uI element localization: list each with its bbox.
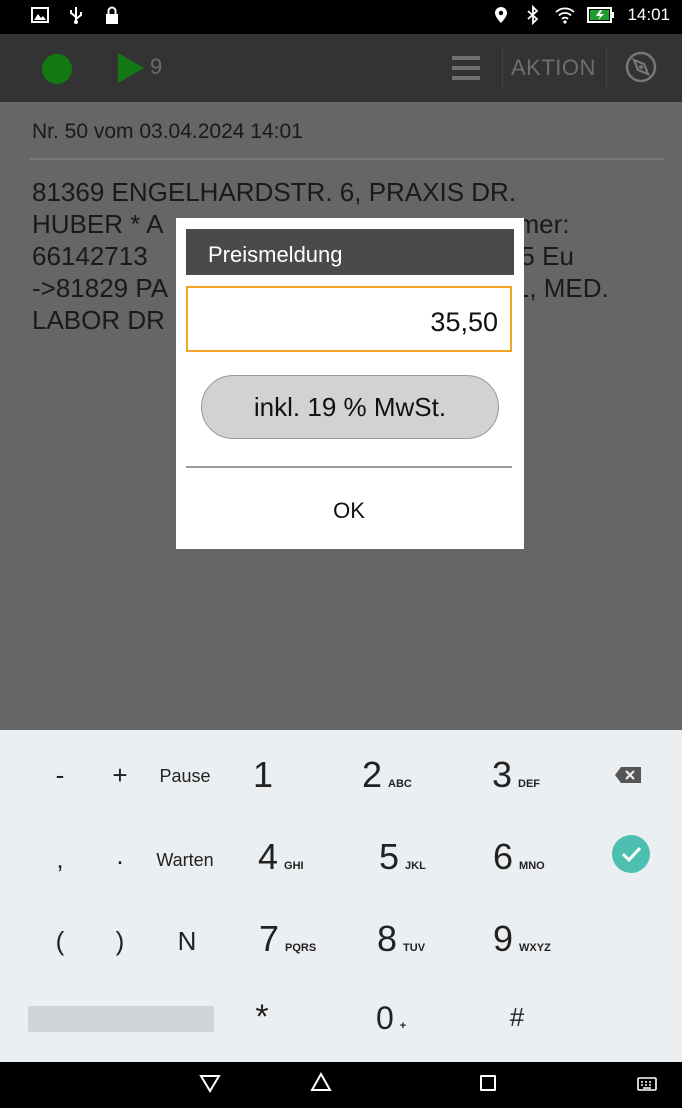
- vat-toggle-button[interactable]: inkl. 19 % MwSt.: [201, 375, 499, 439]
- aktion-button[interactable]: AKTION: [511, 55, 596, 81]
- key-5[interactable]: 5 JKL: [379, 836, 459, 878]
- record-icon[interactable]: [42, 54, 72, 84]
- app-bar: 9 AKTION: [0, 34, 682, 102]
- back-icon[interactable]: [199, 1072, 221, 1094]
- space-key[interactable]: [28, 1006, 214, 1032]
- divider: [30, 158, 664, 160]
- key-hash[interactable]: #: [502, 1002, 532, 1033]
- key-2[interactable]: 2 ABC: [362, 754, 442, 796]
- recents-icon[interactable]: [480, 1075, 496, 1091]
- key-left-paren[interactable]: (: [48, 926, 72, 957]
- battery-charging-icon: [587, 7, 615, 23]
- key-pause[interactable]: Pause: [150, 766, 220, 787]
- key-8[interactable]: 8 TUV: [377, 918, 457, 960]
- key-star[interactable]: *: [244, 998, 280, 1037]
- price-input[interactable]: 35,50: [186, 286, 512, 352]
- key-minus[interactable]: -: [48, 760, 72, 791]
- home-icon[interactable]: [309, 1070, 333, 1094]
- menu-icon[interactable]: [452, 56, 480, 80]
- backspace-icon[interactable]: [614, 766, 642, 784]
- key-4[interactable]: 4 GHI: [258, 836, 338, 878]
- navigation-bar: [0, 1062, 682, 1108]
- divider: [186, 466, 512, 468]
- dialog-title: Preismeldung: [186, 229, 514, 275]
- divider: [502, 46, 503, 90]
- key-0[interactable]: 0 +: [376, 1000, 436, 1037]
- key-wait[interactable]: Warten: [150, 850, 220, 871]
- key-right-paren[interactable]: ): [108, 926, 132, 957]
- location-icon: [495, 7, 508, 23]
- divider: [606, 46, 607, 90]
- bluetooth-icon: [527, 5, 539, 25]
- usb-icon: [70, 7, 82, 24]
- compass-icon[interactable]: [624, 50, 658, 84]
- done-check-icon[interactable]: [612, 835, 650, 873]
- key-3[interactable]: 3 DEF: [492, 754, 572, 796]
- play-icon[interactable]: [118, 53, 144, 83]
- key-period[interactable]: .: [108, 840, 132, 871]
- key-1[interactable]: 1: [248, 754, 278, 796]
- key-9[interactable]: 9 WXYZ: [493, 918, 583, 960]
- key-plus[interactable]: +: [108, 760, 132, 791]
- clock: 14:01: [627, 5, 670, 24]
- status-bar: 14:01: [0, 0, 682, 34]
- key-n[interactable]: N: [172, 926, 202, 957]
- key-6[interactable]: 6 MNO: [493, 836, 573, 878]
- key-7[interactable]: 7 PQRS: [259, 918, 339, 960]
- image-icon: [31, 7, 49, 23]
- wifi-icon: [555, 7, 576, 24]
- lock-icon: [106, 6, 118, 24]
- key-comma[interactable]: ,: [48, 844, 72, 875]
- play-count: 9: [150, 54, 163, 79]
- price-dialog: Preismeldung 35,50 inkl. 19 % MwSt. OK: [176, 218, 524, 549]
- ok-button[interactable]: OK: [186, 470, 512, 540]
- keyboard-icon[interactable]: [637, 1076, 657, 1092]
- numeric-keyboard: - + Pause 1 2 ABC 3 DEF , . Warten 4 GHI 5J…: [0, 730, 682, 1062]
- order-number-line: Nr. 50 vom 03.04.2024 14:01: [32, 120, 303, 143]
